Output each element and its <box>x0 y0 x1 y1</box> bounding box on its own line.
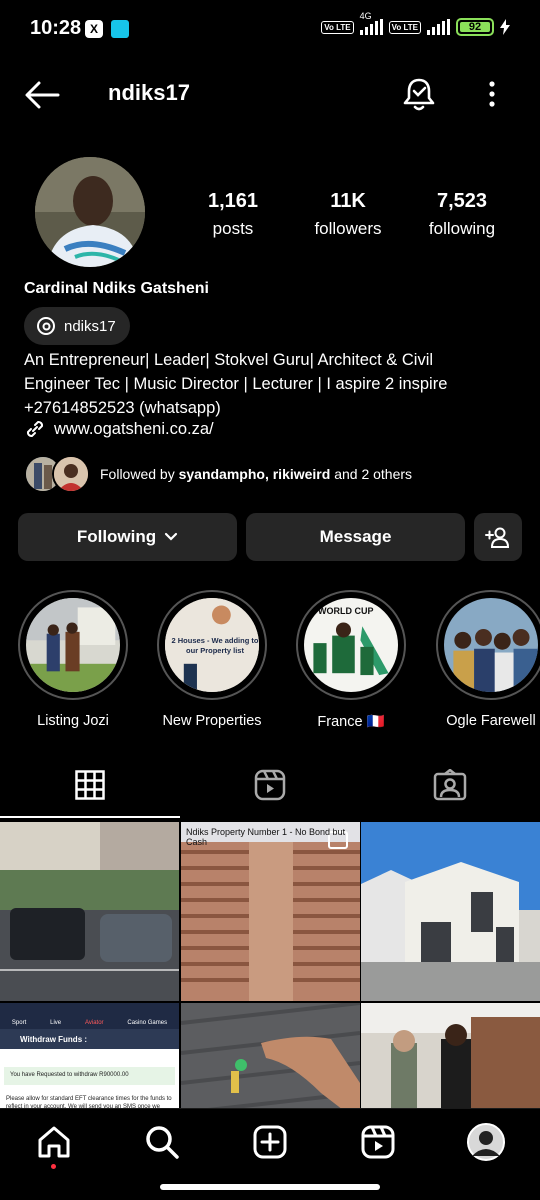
signal-4g-icon: 4G <box>359 11 383 35</box>
x-app-icon: X <box>85 20 103 38</box>
highlight-inner-text: WORLD CUP <box>318 606 374 616</box>
profile-bio: An Entrepreneur| Leader| Stokvel Guru| A… <box>24 348 524 420</box>
grid-icon <box>75 770 105 800</box>
post-caption-text: Ndiks Property Number 1 - No Bond but Ca… <box>186 827 346 847</box>
followed-by[interactable]: Followed by syandampho, rikiweird and 2 … <box>24 455 412 493</box>
followed-by-text: Followed by syandampho, rikiweird and 2 … <box>100 466 413 482</box>
profile-avatar-icon <box>467 1123 505 1161</box>
following-button[interactable]: Following <box>18 513 237 561</box>
home-icon <box>38 1126 70 1158</box>
home-indicator <box>160 1184 380 1190</box>
highlight-ogle-farewell[interactable]: Ogle Farewell <box>436 590 540 729</box>
charging-icon <box>500 19 510 35</box>
nav-home[interactable] <box>34 1122 74 1162</box>
highlight-new-properties[interactable]: 2 Houses - We adding to our Property lis… <box>157 590 267 729</box>
highlight-cover <box>444 598 538 692</box>
status-bar: 10:28 X Vo LTE 4G Vo LTE 92 <box>0 0 540 58</box>
betting-menu: Sport Live Aviator Casino Games <box>0 1003 179 1029</box>
grid-post[interactable]: Ndiks Property Number 1 - No Bond but Ca… <box>181 822 360 1001</box>
highlight-cover: 2 Houses - We adding to our Property lis… <box>165 598 259 692</box>
bio-line[interactable]: +27614852523 (whatsapp) <box>24 396 524 420</box>
threads-icon <box>37 317 55 335</box>
more-options-icon[interactable] <box>484 80 500 108</box>
message-label: Message <box>319 527 392 546</box>
reels-icon <box>361 1125 395 1159</box>
notification-bell-icon[interactable] <box>402 76 436 112</box>
bio-line: An Entrepreneur| Leader| Stokvel Guru| A… <box>24 351 434 369</box>
highlight-inner-text: 2 Houses - We adding to our Property lis… <box>171 636 259 655</box>
stat-followers[interactable]: 11K followers <box>288 190 408 239</box>
highlight-cover <box>26 598 120 692</box>
battery-icon: 92 <box>456 18 494 36</box>
active-tab-indicator <box>0 816 180 818</box>
bio-line: Engineer Tec | Music Director | Lecturer… <box>24 375 448 393</box>
add-user-icon <box>485 527 510 548</box>
highlight-label: Ogle Farewell <box>446 713 536 729</box>
grid-post[interactable] <box>361 822 540 1001</box>
nav-profile[interactable] <box>466 1122 506 1162</box>
threads-badge[interactable]: ndiks17 <box>24 307 130 345</box>
nav-search[interactable] <box>142 1122 182 1162</box>
highlight-listing-jozi[interactable]: Listing Jozi <box>18 590 128 729</box>
back-arrow-icon[interactable] <box>24 80 60 110</box>
stat-posts[interactable]: 1,161 posts <box>173 190 293 239</box>
profile-username: ndiks17 <box>108 80 190 105</box>
volte-icon: Vo LTE <box>321 20 354 34</box>
message-button[interactable]: Message <box>246 513 465 561</box>
profile-avatar[interactable] <box>35 157 145 267</box>
search-icon <box>146 1126 179 1159</box>
highlight-france[interactable]: WORLD CUP France 🇫🇷 <box>296 590 406 730</box>
nav-create[interactable] <box>250 1122 290 1162</box>
follower-avatar <box>52 455 90 493</box>
nav-reels[interactable] <box>358 1122 398 1162</box>
reels-icon <box>254 769 286 801</box>
add-user-button[interactable] <box>474 513 522 561</box>
highlight-label: New Properties <box>162 713 262 729</box>
status-indicators: Vo LTE 4G Vo LTE 92 <box>321 11 510 36</box>
highlight-cover: WORLD CUP <box>304 598 398 692</box>
following-label: Following <box>76 527 157 546</box>
follower-avatars <box>24 455 90 493</box>
highlight-label: Listing Jozi <box>37 713 109 729</box>
clapper-app-icon <box>111 20 129 38</box>
highlight-label: France 🇫🇷 <box>317 714 385 730</box>
volte-icon-2: Vo LTE <box>388 20 421 34</box>
stat-following[interactable]: 7,523 following <box>402 190 522 239</box>
tab-tagged[interactable] <box>360 760 540 810</box>
website-url[interactable]: www.ogatsheni.co.za/ <box>54 420 214 439</box>
tagged-icon <box>433 769 467 801</box>
website-link[interactable]: www.ogatsheni.co.za/ <box>24 418 214 440</box>
grid-post[interactable] <box>0 822 179 1001</box>
create-post-icon <box>253 1125 287 1159</box>
status-time: 10:28 <box>30 17 82 39</box>
tab-reels[interactable] <box>180 760 360 810</box>
notification-dot <box>51 1164 56 1169</box>
tab-grid[interactable] <box>0 760 180 810</box>
threads-handle: ndiks17 <box>64 317 116 335</box>
signal-icon <box>427 19 450 35</box>
link-icon <box>26 420 44 438</box>
profile-full-name: Cardinal Ndiks Gatsheni <box>24 280 209 297</box>
chevron-down-icon <box>165 532 178 541</box>
